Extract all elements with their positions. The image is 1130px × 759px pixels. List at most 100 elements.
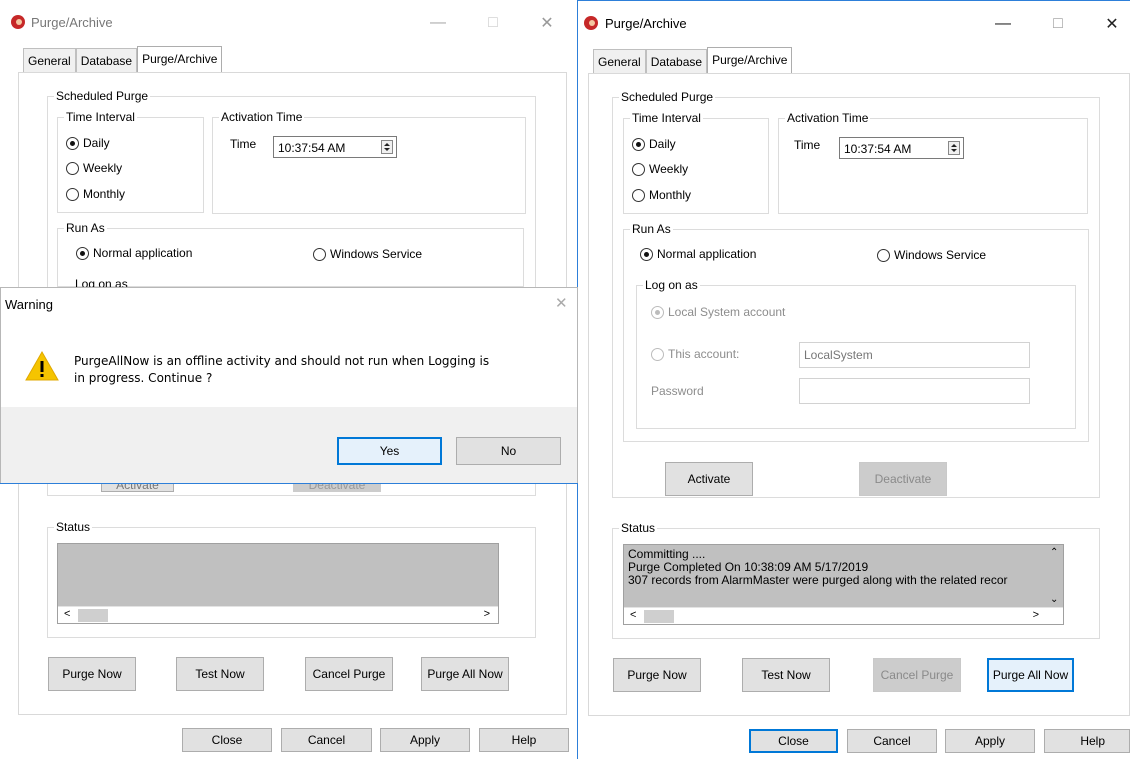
tab-database[interactable]: Database [75,48,138,72]
dialog-title: Warning [5,297,53,312]
weekly-radio[interactable]: Weekly [632,162,688,176]
tab-purge-archive[interactable]: Purge/Archive [707,47,793,73]
close-icon[interactable]: ✕ [1097,12,1127,36]
no-button[interactable]: No [456,437,561,465]
tab-general[interactable]: General [593,49,646,73]
scheduled-purge-label: Scheduled Purge [54,89,151,103]
right-window: Purge/Archive — □ ✕ General Database Pur… [578,0,1130,759]
status-textbox[interactable]: < > [57,543,499,624]
windows-service-radio[interactable]: Windows Service [313,247,422,261]
log-on-as-partial-label: Log on as [75,277,128,287]
spinner-icon[interactable] [381,140,393,154]
spinner-icon[interactable] [948,141,960,155]
normal-application-radio[interactable]: Normal application [76,246,192,260]
radio-icon [651,347,664,361]
time-label: Time [230,137,257,151]
time-label: Time [794,138,821,152]
minimize-icon[interactable]: — [988,12,1018,36]
this-account-label: This account: [668,347,740,361]
activation-time-picker[interactable]: 10:37:54 AM [273,136,397,158]
tab-purge-archive[interactable]: Purge/Archive [137,46,223,72]
deactivate-partial-button: Deactivate [293,484,381,492]
test-now-button[interactable]: Test Now [742,658,830,692]
scroll-left-icon[interactable]: < [64,608,70,620]
this-account-radio[interactable]: This account: [651,347,739,361]
right-titlebar[interactable]: Purge/Archive — □ ✕ [578,1,1130,45]
window-title: Purge/Archive [605,16,687,31]
monthly-radio[interactable]: Monthly [66,187,125,201]
scroll-left-icon[interactable]: < [630,609,636,621]
daily-radio[interactable]: Daily [632,137,676,151]
warning-dialog: Warning ✕ PurgeAllNow is an offline acti… [0,287,578,484]
password-field[interactable] [799,378,1030,404]
window-border [0,483,578,484]
right-tab-strip: General Database Purge/Archive [593,47,793,73]
time-interval-label: Time Interval [64,110,137,124]
scroll-down-icon[interactable]: ⌄ [1050,594,1058,605]
scroll-up-icon[interactable]: ⌃ [1050,547,1058,558]
purge-now-button[interactable]: Purge Now [48,657,136,691]
minimize-icon[interactable]: — [423,11,453,35]
deactivate-button[interactable]: Deactivate [859,462,947,496]
left-titlebar[interactable]: Purge/Archive — □ ✕ [0,0,577,44]
scroll-thumb[interactable] [644,610,674,623]
password-label: Password [651,384,704,398]
dialog-message-line2: in progress. Continue ? [74,371,213,385]
scroll-thumb[interactable] [78,609,108,622]
yes-button[interactable]: Yes [337,437,442,465]
scroll-right-icon[interactable]: > [1033,609,1039,621]
window-title: Purge/Archive [31,15,113,30]
cancel-button[interactable]: Cancel [281,728,372,752]
normal-application-radio[interactable]: Normal application [640,247,756,261]
status-textbox[interactable]: Committing .... Purge Completed On 10:38… [623,544,1064,625]
horizontal-scrollbar[interactable]: < > [624,607,1063,624]
horizontal-scrollbar[interactable]: < > [58,606,498,623]
daily-radio[interactable]: Daily [66,136,110,150]
activation-time-picker[interactable]: 10:37:54 AM [839,137,964,159]
purge-all-now-button[interactable]: Purge All Now [421,657,509,691]
maximize-icon[interactable]: □ [1043,12,1073,36]
cancel-button[interactable]: Cancel [847,729,937,753]
purge-now-button[interactable]: Purge Now [613,658,701,692]
activation-time-label: Activation Time [785,111,871,125]
app-icon [584,16,598,30]
close-icon[interactable]: ✕ [532,11,562,35]
tab-general[interactable]: General [23,48,76,72]
radio-icon [66,161,79,175]
left-tab-strip: General Database Purge/Archive [23,46,223,72]
close-button[interactable]: Close [749,729,838,753]
test-now-button[interactable]: Test Now [176,657,264,691]
normal-application-label: Normal application [657,247,757,261]
log-on-as-label: Log on as [643,278,700,292]
cancel-purge-button[interactable]: Cancel Purge [873,658,961,692]
maximize-icon[interactable]: □ [478,11,508,35]
dialog-close-icon[interactable]: ✕ [555,294,568,312]
time-value: 10:37:54 AM [844,142,912,156]
run-as-label: Run As [64,221,107,235]
activate-partial-button: Activate [101,484,174,492]
status-label: Status [54,520,93,534]
weekly-label: Weekly [83,161,123,175]
dialog-footer: Yes No [1,407,577,483]
help-button[interactable]: Help [1044,729,1130,753]
monthly-radio[interactable]: Monthly [632,188,691,202]
apply-button[interactable]: Apply [380,728,470,752]
local-system-account-radio[interactable]: Local System account [651,305,785,319]
apply-button[interactable]: Apply [945,729,1035,753]
radio-icon [877,248,890,262]
account-field[interactable]: LocalSystem [799,342,1030,368]
tab-database[interactable]: Database [645,49,708,73]
vertical-scrollbar[interactable]: ⌃ ⌄ [1046,545,1063,607]
close-button[interactable]: Close [182,728,272,752]
cancel-purge-button[interactable]: Cancel Purge [305,657,393,691]
radio-icon [66,187,79,201]
activation-time-label: Activation Time [219,110,305,124]
windows-service-radio[interactable]: Windows Service [877,248,986,262]
help-button[interactable]: Help [479,728,569,752]
warning-icon [25,351,59,381]
weekly-radio[interactable]: Weekly [66,161,122,175]
scroll-right-icon[interactable]: > [484,608,490,620]
purge-all-now-button[interactable]: Purge All Now [987,658,1074,692]
monthly-label: Monthly [649,188,692,202]
activate-button[interactable]: Activate [665,462,753,496]
